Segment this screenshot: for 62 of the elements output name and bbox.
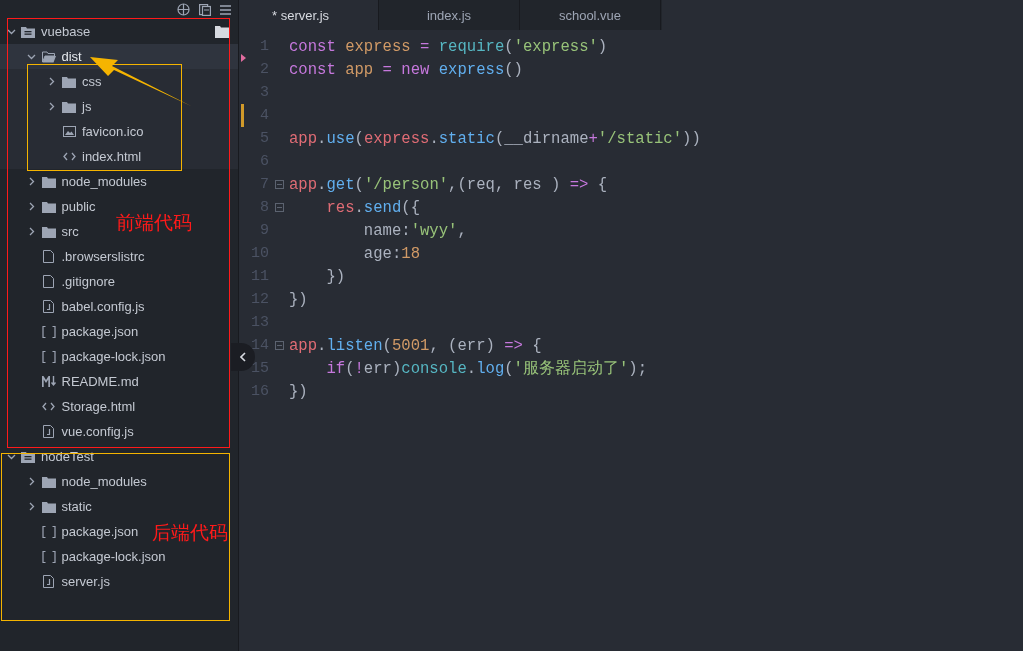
code-line: res.send({ xyxy=(325,198,420,217)
editor-tab[interactable]: * server.js xyxy=(239,0,379,30)
tree-item[interactable]: Storage.html xyxy=(20,394,136,419)
code-line: }) xyxy=(289,382,308,401)
tree-item[interactable]: node_modules xyxy=(20,469,147,494)
split-view-icon[interactable] xyxy=(199,3,211,16)
code-line: if(!err)console.log('服务器启动了'); xyxy=(325,358,648,379)
tree-item[interactable]: .gitignore xyxy=(20,269,115,294)
fold-toggle-icon[interactable] xyxy=(274,341,284,350)
code-icon xyxy=(42,402,55,411)
folder-icon xyxy=(41,200,56,213)
folder-icon xyxy=(41,225,56,238)
script-file-icon xyxy=(43,575,54,588)
folder-icon xyxy=(62,100,76,113)
tree-item[interactable]: node_modules xyxy=(20,169,147,194)
target-icon[interactable] xyxy=(177,3,190,16)
tree-item[interactable]: vue.config.js xyxy=(20,419,134,444)
open-folder-icon xyxy=(41,50,56,63)
project-icon xyxy=(21,25,35,38)
code-line: const app = new express() xyxy=(289,60,523,79)
brackets-icon xyxy=(41,325,56,338)
folder-icon xyxy=(41,475,56,488)
tree-item[interactable]: static xyxy=(20,494,92,519)
project-icon xyxy=(21,450,35,463)
markdown-icon xyxy=(40,376,57,387)
tree-item[interactable]: .browserslistrc xyxy=(20,244,145,269)
tree-item[interactable]: package-lock.json xyxy=(20,544,166,569)
chevron-left-icon xyxy=(240,352,246,362)
tree-item[interactable]: package.json xyxy=(20,519,139,544)
code-line: age:18 xyxy=(362,244,420,263)
tree-item[interactable]: server.js xyxy=(20,569,110,594)
code-line: const express = require('express') xyxy=(289,37,608,56)
tree-item[interactable]: package-lock.json xyxy=(20,344,166,369)
file-icon xyxy=(43,275,54,288)
brackets-icon xyxy=(41,350,56,363)
tree-item[interactable]: src xyxy=(20,219,79,244)
code-line: }) xyxy=(289,290,308,309)
annotation-label: 前端代码 xyxy=(116,210,192,235)
code-icon xyxy=(62,152,76,161)
code-line: app.use(express.static(__dirname+'/static')) xyxy=(289,129,701,148)
tree-item[interactable]: public xyxy=(20,194,96,219)
tree-item[interactable]: babel.config.js xyxy=(20,294,145,319)
file-icon xyxy=(43,250,54,263)
tree-item[interactable]: README.md xyxy=(20,369,139,394)
fold-toggle-icon[interactable] xyxy=(274,180,284,189)
annotation-label: 后端代码 xyxy=(152,520,228,545)
folder-icon xyxy=(62,75,76,88)
tree-item[interactable]: package.json xyxy=(20,319,139,344)
code-line: name:'wyy', xyxy=(362,221,467,240)
script-file-icon xyxy=(43,425,54,438)
folder-icon xyxy=(41,175,56,188)
image-icon xyxy=(62,126,76,137)
menu-icon[interactable] xyxy=(220,4,231,15)
code-line: app.get('/person',(req, res ) => { xyxy=(289,175,608,194)
code-line: app.listen(5001, (err) => { xyxy=(289,336,542,355)
fold-toggle-icon[interactable] xyxy=(274,203,284,212)
folder-icon xyxy=(41,500,56,513)
script-file-icon xyxy=(43,300,54,313)
tree-item[interactable]: vuebase xyxy=(0,19,91,44)
brackets-icon xyxy=(41,550,56,563)
code-line: }) xyxy=(325,267,346,286)
brackets-icon xyxy=(41,525,56,538)
